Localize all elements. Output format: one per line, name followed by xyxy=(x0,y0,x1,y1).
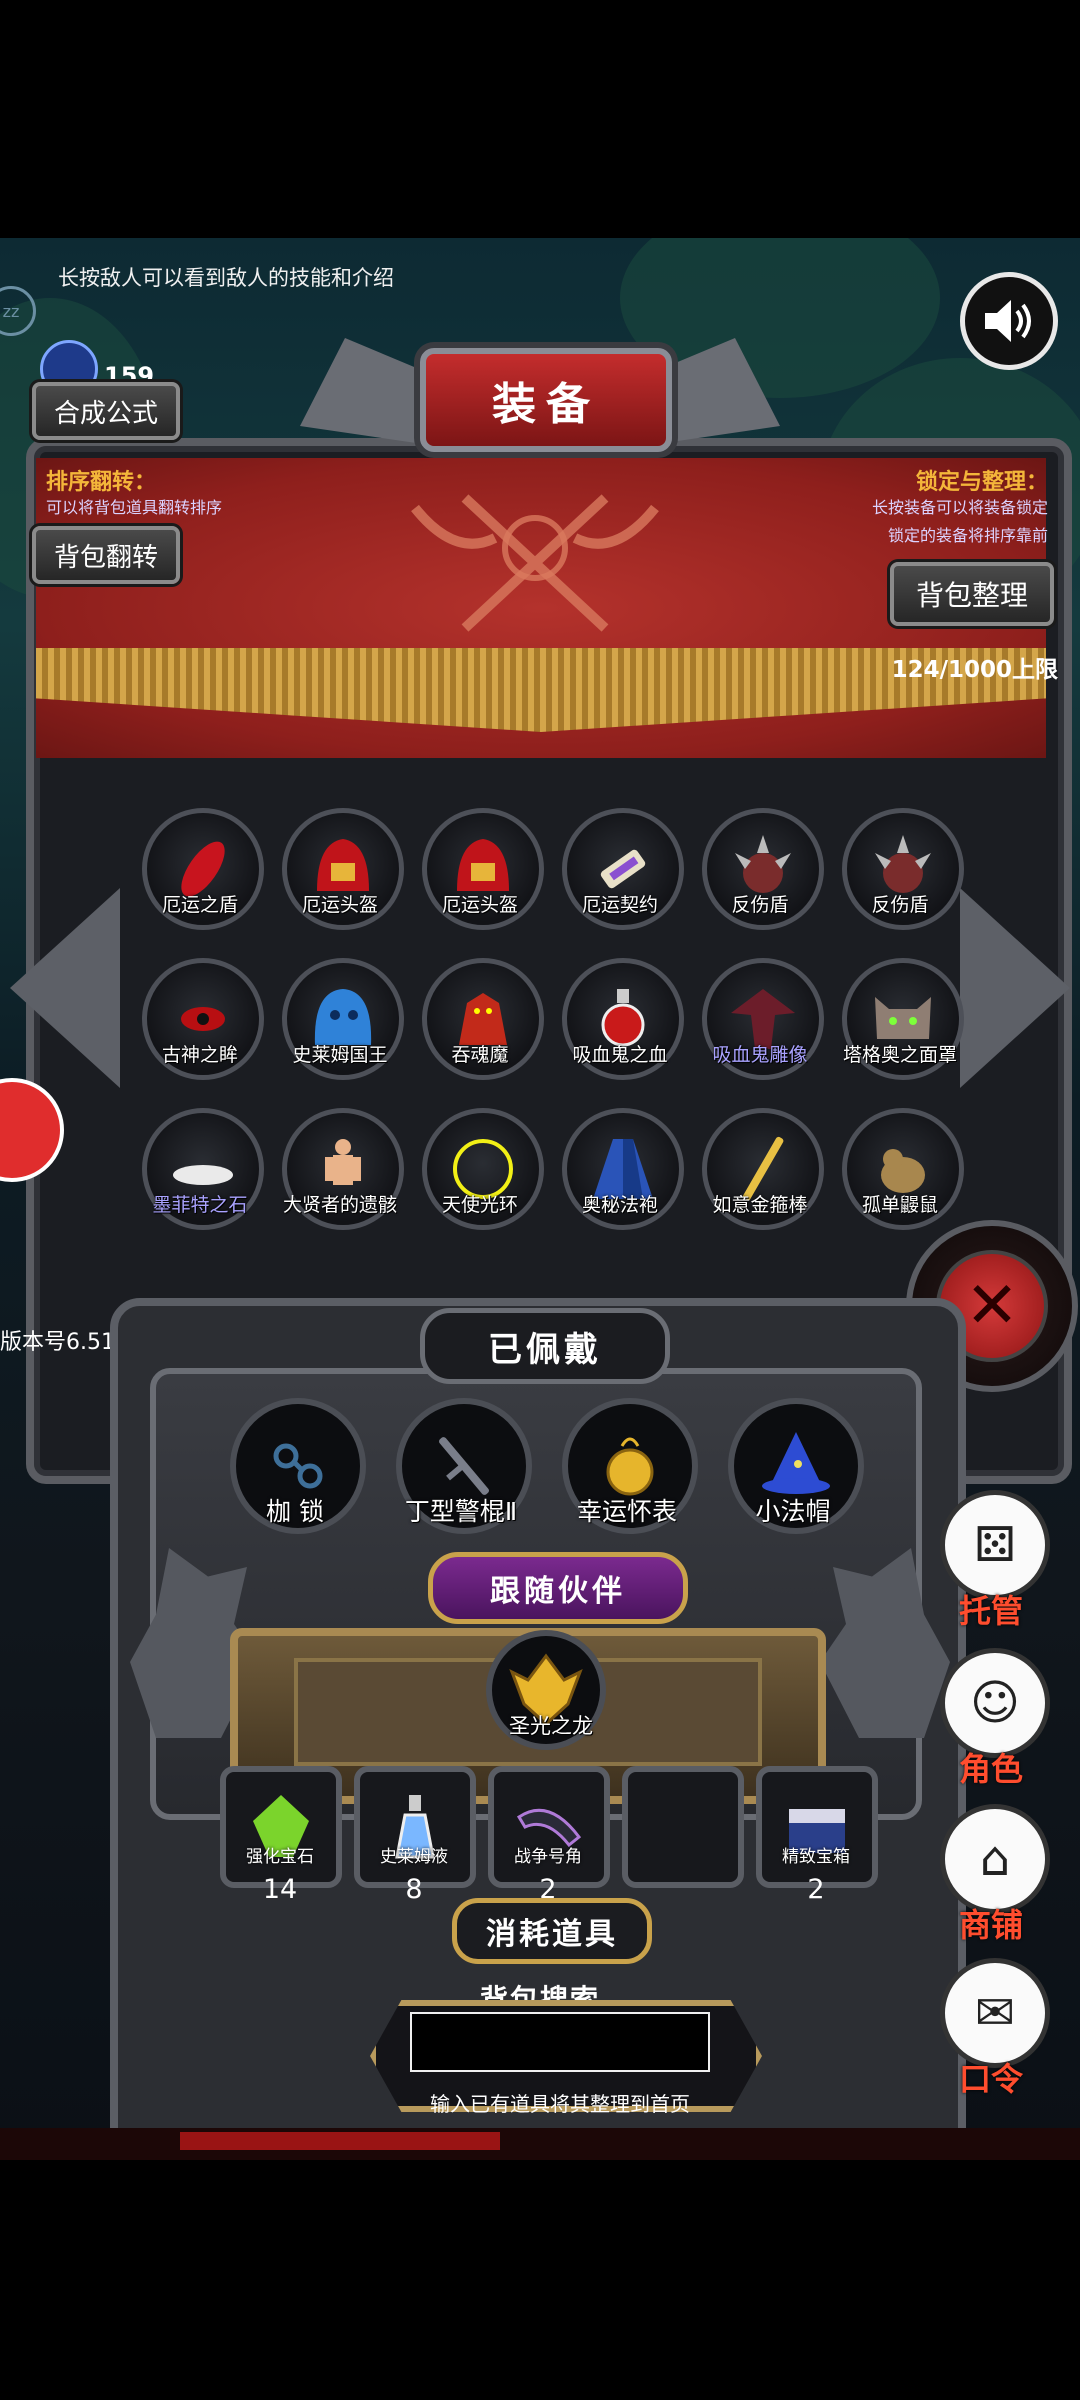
consumable-label: 强化宝石 xyxy=(246,1847,314,1867)
search-input[interactable] xyxy=(410,2012,710,2072)
inventory-item-label: 如意金箍棒 xyxy=(712,1194,808,1216)
equipped-title: 已佩戴 xyxy=(420,1308,670,1384)
game-screen: 长按敌人可以看到敌人的技能和介绍 zz 159 装备 合成公式 排序翻转： 可以… xyxy=(0,238,1080,2160)
inventory-item-label: 反伤盾 xyxy=(731,894,789,916)
search-hint: 输入已有道具将其整理到首页 xyxy=(430,2092,690,2116)
bag-capacity: 124/1000上限 xyxy=(891,657,1058,683)
lock-sort-desc-1: 长按装备可以将装备锁定 xyxy=(871,498,1048,517)
chest-icon xyxy=(756,1766,878,1888)
side-menu-label: 商铺 xyxy=(958,1906,1023,1944)
inventory-item-label: 厄运头盔 xyxy=(441,894,518,916)
equipped-item[interactable]: 幸运怀表 xyxy=(562,1398,698,1538)
version-label: 版本号6.51 xyxy=(0,1330,115,1355)
consumable-count: 2 xyxy=(807,1874,825,1905)
consumable-slot[interactable] xyxy=(622,1766,744,1896)
inventory-item[interactable]: 厄运头盔 xyxy=(420,808,544,938)
consumable-label: 精致宝箱 xyxy=(782,1847,850,1867)
consumable-count: 8 xyxy=(405,1874,423,1905)
inventory-item[interactable]: 反伤盾 xyxy=(840,808,964,938)
lock-sort-desc-2: 锁定的装备将排序靠前 xyxy=(887,526,1048,545)
bag-sort-button[interactable]: 背包整理 xyxy=(890,562,1054,626)
tip-text: 长按敌人可以看到敌人的技能和介绍 xyxy=(58,266,394,290)
inventory-item[interactable]: 厄运契约 xyxy=(560,808,684,938)
side-menu-1[interactable]: ⚄ 托管 xyxy=(936,1490,1050,1640)
equipped-item[interactable]: 小法帽 xyxy=(728,1398,864,1538)
side-menu-label: 托管 xyxy=(958,1592,1023,1630)
consumable-slot[interactable]: 精致宝箱 2 xyxy=(756,1766,878,1905)
sound-button[interactable] xyxy=(960,272,1058,370)
inventory-item[interactable]: 史莱姆国王 xyxy=(280,958,404,1088)
inventory-item-label: 厄运契约 xyxy=(581,894,658,916)
potion-icon xyxy=(354,1766,476,1888)
consumable-slot[interactable]: 史莱姆液 8 xyxy=(354,1766,476,1905)
inventory-item-label: 吞魂魔 xyxy=(451,1044,509,1066)
consumable-label: 战争号角 xyxy=(514,1847,582,1867)
inventory-item-label: 古神之眸 xyxy=(161,1044,238,1066)
inventory-item-label: 墨菲特之石 xyxy=(152,1194,248,1216)
side-menu-3[interactable]: ⌂ 商铺 xyxy=(936,1804,1050,1954)
companion-title: 跟随伙伴 xyxy=(428,1552,688,1624)
bottom-strip xyxy=(0,2128,1080,2160)
side-menu-label: 口令 xyxy=(958,2060,1023,2098)
side-menu-4[interactable]: ✉ 口令 xyxy=(936,1958,1050,2108)
scroll-code-icon: ✉ xyxy=(940,1958,1050,2068)
inventory-item[interactable]: 古神之眸 xyxy=(140,958,264,1088)
hooded-figure-icon: ☺ xyxy=(940,1648,1050,1758)
consumable-slot[interactable]: 强化宝石 14 xyxy=(220,1766,342,1905)
synthesis-formula-button[interactable]: 合成公式 xyxy=(32,382,180,440)
empty-slot xyxy=(622,1766,744,1888)
consumable-count: 14 xyxy=(262,1874,298,1905)
inventory-item-label: 吸血鬼之血 xyxy=(572,1044,668,1066)
consumable-label: 史莱姆液 xyxy=(380,1847,448,1867)
bottom-red-bar xyxy=(180,2132,500,2150)
inventory-item[interactable]: 奥秘法袍 xyxy=(560,1108,684,1238)
side-menu-label: 角色 xyxy=(958,1750,1023,1788)
dice-icon: ⚄ xyxy=(940,1490,1050,1600)
inventory-item[interactable]: 大贤者的遗骸 xyxy=(280,1108,404,1238)
inventory-item-label: 塔格奥之面罩 xyxy=(842,1044,957,1066)
companion-label: 圣光之龙 xyxy=(509,1714,593,1738)
inventory-item[interactable]: 墨菲特之石 xyxy=(140,1108,264,1238)
inventory-item[interactable]: 吞魂魔 xyxy=(420,958,544,1088)
inventory-item[interactable]: 吸血鬼之血 xyxy=(560,958,684,1088)
inventory-item-label: 厄运之盾 xyxy=(161,894,238,916)
consumable-slot[interactable]: 战争号角 2 xyxy=(488,1766,610,1905)
inventory-item-label: 奥秘法袍 xyxy=(581,1194,658,1216)
inventory-item[interactable]: 吸血鬼雕像 xyxy=(700,958,824,1088)
speaker-icon xyxy=(985,300,1031,342)
equipped-item-label: 小法帽 xyxy=(755,1497,831,1526)
inventory-item[interactable]: 塔格奥之面罩 xyxy=(840,958,964,1088)
inventory-item[interactable]: 如意金箍棒 xyxy=(700,1108,824,1238)
consumables-title: 消耗道具 xyxy=(452,1898,652,1964)
page-title: 装备 xyxy=(420,348,672,452)
inventory-item-label: 天使光环 xyxy=(441,1194,518,1216)
equipped-item[interactable]: 丁型警棍Ⅱ xyxy=(396,1398,532,1538)
equipped-item[interactable]: 枷 锁 xyxy=(230,1398,366,1538)
inventory-item[interactable]: 厄运头盔 xyxy=(280,808,404,938)
war-horn-icon xyxy=(488,1766,610,1888)
equipped-item-label: 幸运怀表 xyxy=(576,1497,677,1526)
lock-sort-label: 锁定与整理： xyxy=(915,470,1048,495)
inventory-item-label: 反伤盾 xyxy=(871,894,929,916)
inventory-item[interactable]: 天使光环 xyxy=(420,1108,544,1238)
sort-flip-desc: 可以将背包道具翻转排序 xyxy=(46,498,223,517)
inventory-item[interactable]: 反伤盾 xyxy=(700,808,824,938)
bag-flip-button[interactable]: 背包翻转 xyxy=(32,526,180,584)
side-menu-2[interactable]: ☺ 角色 xyxy=(936,1648,1050,1798)
inventory-item-label: 厄运头盔 xyxy=(301,894,378,916)
inventory-item[interactable]: 厄运之盾 xyxy=(140,808,264,938)
companion-slot[interactable]: 圣光之龙 xyxy=(486,1630,606,1770)
sort-flip-label: 排序翻转： xyxy=(46,470,157,495)
shop-icon: ⌂ xyxy=(940,1804,1050,1914)
inventory-item-label: 史莱姆国王 xyxy=(292,1044,388,1066)
inventory-item-label: 大贤者的遗骸 xyxy=(282,1194,397,1216)
inventory-item-label: 孤单鼹鼠 xyxy=(861,1194,938,1216)
inventory-item[interactable]: 孤单鼹鼠 xyxy=(840,1108,964,1238)
green-gem-icon xyxy=(220,1766,342,1888)
crossed-swords-emblem-icon xyxy=(411,494,659,632)
equipped-item-label: 枷 锁 xyxy=(266,1497,324,1526)
inventory-item-label: 吸血鬼雕像 xyxy=(712,1044,808,1066)
equipped-item-label: 丁型警棍Ⅱ xyxy=(404,1497,518,1526)
